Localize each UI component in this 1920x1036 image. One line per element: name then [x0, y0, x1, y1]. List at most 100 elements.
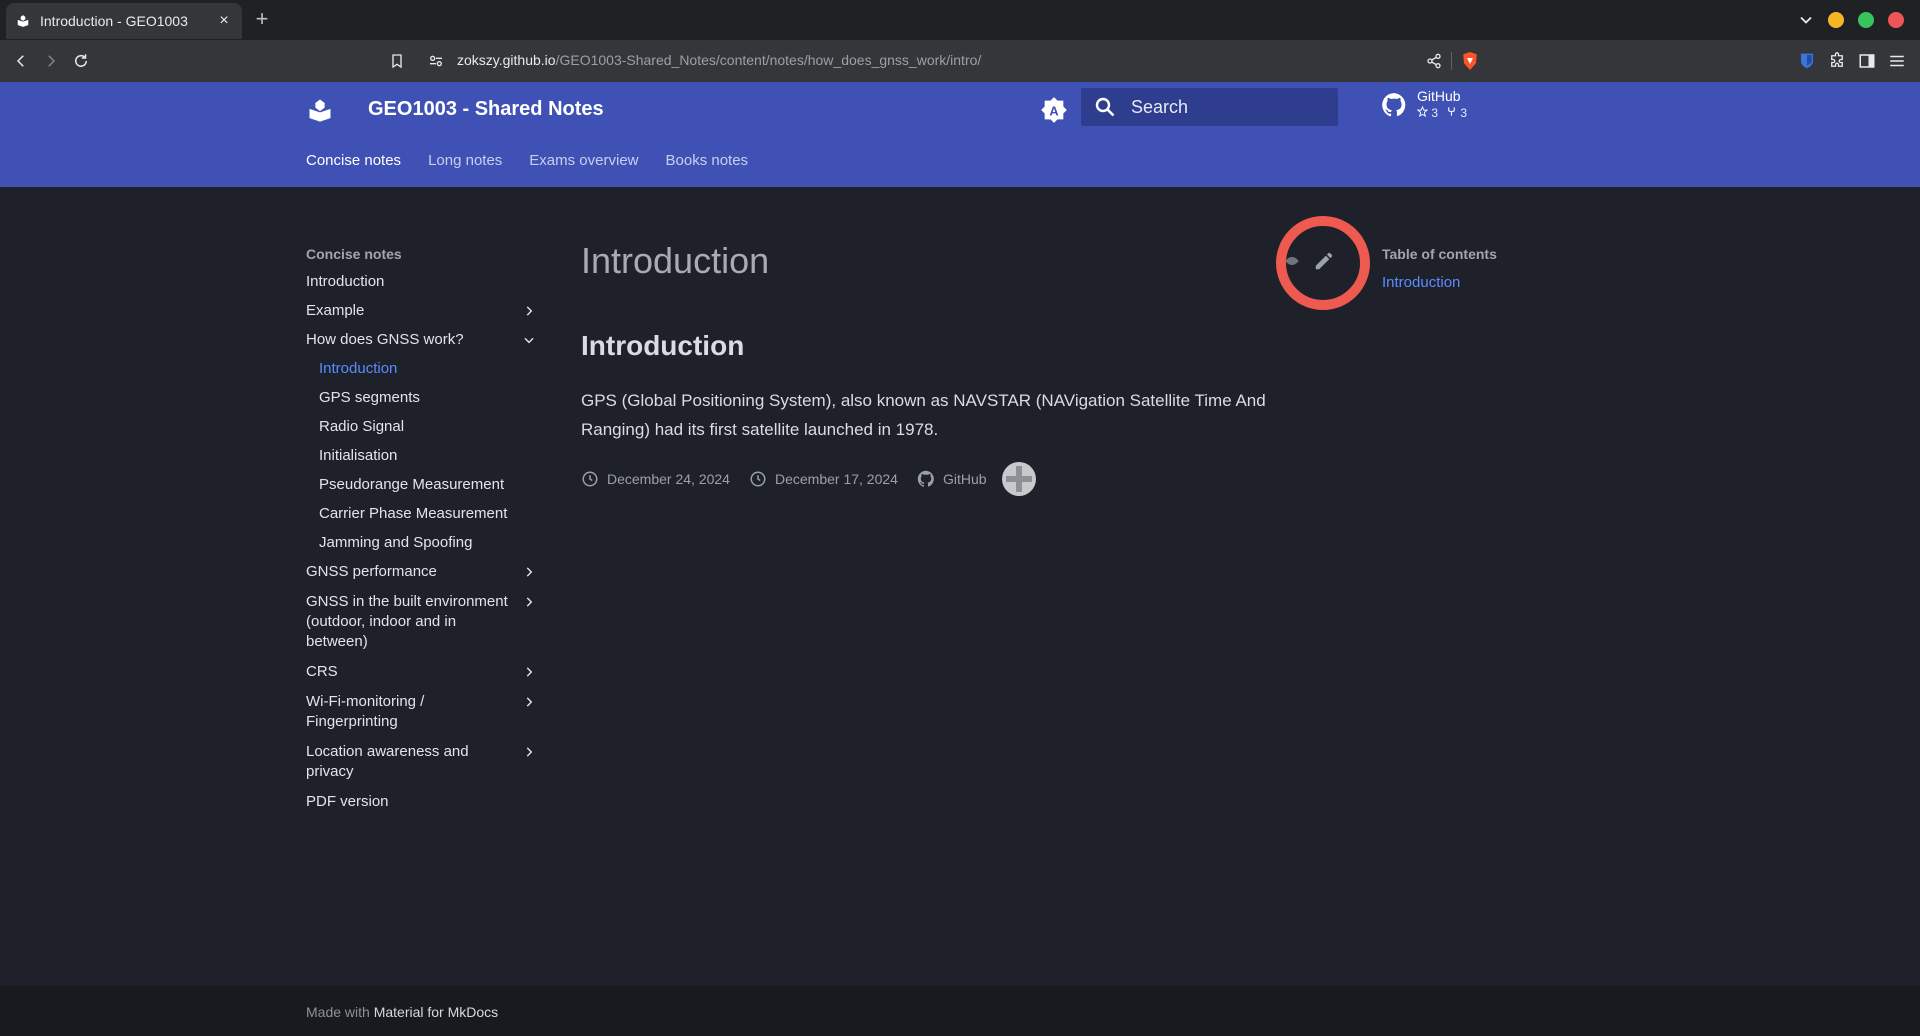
- chevron-right-icon: [526, 567, 533, 577]
- last-updated: December 24, 2024: [581, 470, 730, 488]
- page-title: Introduction: [581, 240, 770, 281]
- updated-date: December 24, 2024: [607, 471, 730, 487]
- site-header: GEO1003 - Shared Notes A Search GitHub 3…: [0, 82, 1920, 187]
- chevron-right-icon: [526, 667, 533, 677]
- clock-plus-icon: [750, 471, 766, 487]
- sidebar-toggle-icon[interactable]: [1856, 50, 1878, 72]
- chevron-right-icon: [526, 597, 533, 607]
- toc-title: Table of contents: [1382, 246, 1497, 262]
- sidebar-item-label: Location awareness and privacy: [306, 743, 469, 780]
- menu-icon[interactable]: [1886, 50, 1908, 72]
- created-date-item: December 17, 2024: [749, 470, 898, 488]
- site-title[interactable]: GEO1003 - Shared Notes: [368, 94, 604, 124]
- github-source-item[interactable]: GitHub: [917, 470, 987, 488]
- intro-paragraph: GPS (Global Positioning System), also kn…: [581, 391, 1266, 439]
- url-path: /GEO1003-Shared_Notes/content/notes/how_…: [555, 52, 982, 68]
- sidebar-item-gnss-performance[interactable]: GNSS performance: [306, 562, 538, 582]
- stars-value: 3: [1431, 106, 1439, 120]
- github-icon: [917, 470, 934, 487]
- table-of-contents: Table of contents Introduction: [1382, 246, 1497, 291]
- brave-shields-icon[interactable]: [1459, 50, 1481, 72]
- bookmark-icon[interactable]: [386, 50, 408, 72]
- footer-prefix: Made with: [306, 1004, 370, 1020]
- sidebar-item-label: GNSS in the built environment (outdoor, …: [306, 593, 508, 650]
- github-label: GitHub: [1417, 88, 1461, 104]
- sidebar-subitem-carrier-phase[interactable]: Carrier Phase Measurement: [306, 504, 538, 524]
- top-nav: Concise notes Long notes Exams overview …: [306, 152, 748, 169]
- sidebar-title: Concise notes: [306, 246, 402, 262]
- chevron-right-icon: [526, 697, 533, 707]
- browser-toolbar: zokszy.github.io/GEO1003-Shared_Notes/co…: [0, 40, 1920, 82]
- sidebar: Concise notes Introduction Example How d…: [306, 246, 538, 821]
- nav-exams-overview[interactable]: Exams overview: [529, 152, 638, 169]
- sidebar-subitem-gps-segments[interactable]: GPS segments: [306, 388, 538, 408]
- new-tab-button[interactable]: +: [248, 6, 276, 32]
- footer-mkdocs-link[interactable]: Material for MkDocs: [374, 1004, 498, 1020]
- repo-facts: 3 3: [1416, 105, 1468, 121]
- star-icon: [1416, 105, 1429, 118]
- forward-icon[interactable]: [40, 50, 62, 72]
- github-icon: [1382, 92, 1406, 116]
- svg-text:A: A: [1049, 103, 1058, 118]
- book-favicon-icon: [17, 15, 29, 27]
- chevron-right-icon: [526, 306, 533, 316]
- github-source-label: GitHub: [942, 471, 987, 487]
- sidebar-subitem-introduction[interactable]: Introduction: [306, 359, 538, 379]
- forks-value: 3: [1460, 106, 1468, 120]
- extensions-puzzle-icon[interactable]: [1826, 50, 1848, 72]
- sidebar-subitem-radio-signal[interactable]: Radio Signal: [306, 417, 538, 437]
- chevron-down-icon: [524, 337, 534, 344]
- sidebar-subitem-jamming-spoofing[interactable]: Jamming and Spoofing: [306, 533, 538, 553]
- browser-tabbar: Introduction - GEO1003 × +: [0, 0, 1920, 40]
- reload-icon[interactable]: [70, 50, 92, 72]
- section-heading: Introduction: [581, 330, 745, 361]
- sidebar-item-introduction[interactable]: Introduction: [306, 272, 538, 292]
- toolbar-divider: [1451, 52, 1452, 70]
- nav-concise-notes[interactable]: Concise notes: [306, 152, 401, 169]
- tab-title: Introduction - GEO1003: [40, 13, 188, 29]
- sidebar-subitem-initialisation[interactable]: Initialisation: [306, 446, 538, 466]
- sidebar-item-pdf-version[interactable]: PDF version: [306, 792, 538, 812]
- sidebar-item-label: How does GNSS work?: [306, 331, 464, 348]
- clock-icon: [582, 471, 598, 487]
- sidebar-item-gnss-built-environment[interactable]: GNSS in the built environment (outdoor, …: [306, 592, 538, 652]
- chevron-right-icon: [526, 747, 533, 757]
- share-icon[interactable]: [1423, 50, 1445, 72]
- bitwarden-extension-icon[interactable]: [1796, 50, 1818, 72]
- contributor-avatar[interactable]: [1001, 462, 1036, 496]
- edit-pencil-icon[interactable]: [1313, 250, 1335, 272]
- sidebar-item-example[interactable]: Example: [306, 301, 538, 321]
- browser-tab[interactable]: Introduction - GEO1003 ×: [6, 3, 242, 39]
- book-logo-icon[interactable]: [306, 96, 334, 124]
- close-window-button[interactable]: [1888, 12, 1904, 28]
- url-host: zokszy.github.io: [457, 52, 556, 68]
- github-repo-link[interactable]: GitHub 3 3: [1381, 88, 1467, 121]
- tab-close-icon[interactable]: ×: [216, 12, 232, 30]
- fork-icon: [1448, 107, 1455, 116]
- stars-count: 3: [1416, 105, 1439, 121]
- maximize-button[interactable]: [1858, 12, 1874, 28]
- toc-link-introduction[interactable]: Introduction: [1382, 274, 1497, 291]
- created-date: December 17, 2024: [774, 471, 898, 487]
- address-bar[interactable]: zokszy.github.io/GEO1003-Shared_Notes/co…: [457, 50, 981, 70]
- minimize-button[interactable]: [1828, 12, 1844, 28]
- sidebar-item-label: Wi-Fi-monitoring / Fingerprinting: [306, 693, 425, 730]
- tab-search-chevron-icon[interactable]: [1796, 10, 1816, 30]
- sidebar-item-how-does-gnss-work[interactable]: How does GNSS work?: [306, 330, 538, 350]
- sidebar-item-location-privacy[interactable]: Location awareness and privacy: [306, 742, 538, 782]
- sidebar-item-wifi-monitoring[interactable]: Wi-Fi-monitoring / Fingerprinting: [306, 692, 538, 732]
- sidebar-subitem-pseudorange[interactable]: Pseudorange Measurement: [306, 475, 538, 495]
- footer-credit: Made with Material for MkDocs: [306, 1004, 498, 1020]
- view-source-icon[interactable]: [1284, 253, 1300, 269]
- sidebar-item-label: CRS: [306, 663, 338, 680]
- search-icon: [1095, 97, 1115, 117]
- sidebar-item-crs[interactable]: CRS: [306, 662, 538, 682]
- nav-books-notes[interactable]: Books notes: [666, 152, 749, 169]
- nav-long-notes[interactable]: Long notes: [428, 152, 502, 169]
- search-placeholder: Search: [1131, 96, 1189, 117]
- search-input[interactable]: Search: [1081, 88, 1338, 126]
- back-icon[interactable]: [10, 50, 32, 72]
- sidebar-item-label: Example: [306, 302, 365, 319]
- site-settings-icon[interactable]: [425, 50, 447, 72]
- theme-toggle-icon[interactable]: A: [1040, 96, 1068, 124]
